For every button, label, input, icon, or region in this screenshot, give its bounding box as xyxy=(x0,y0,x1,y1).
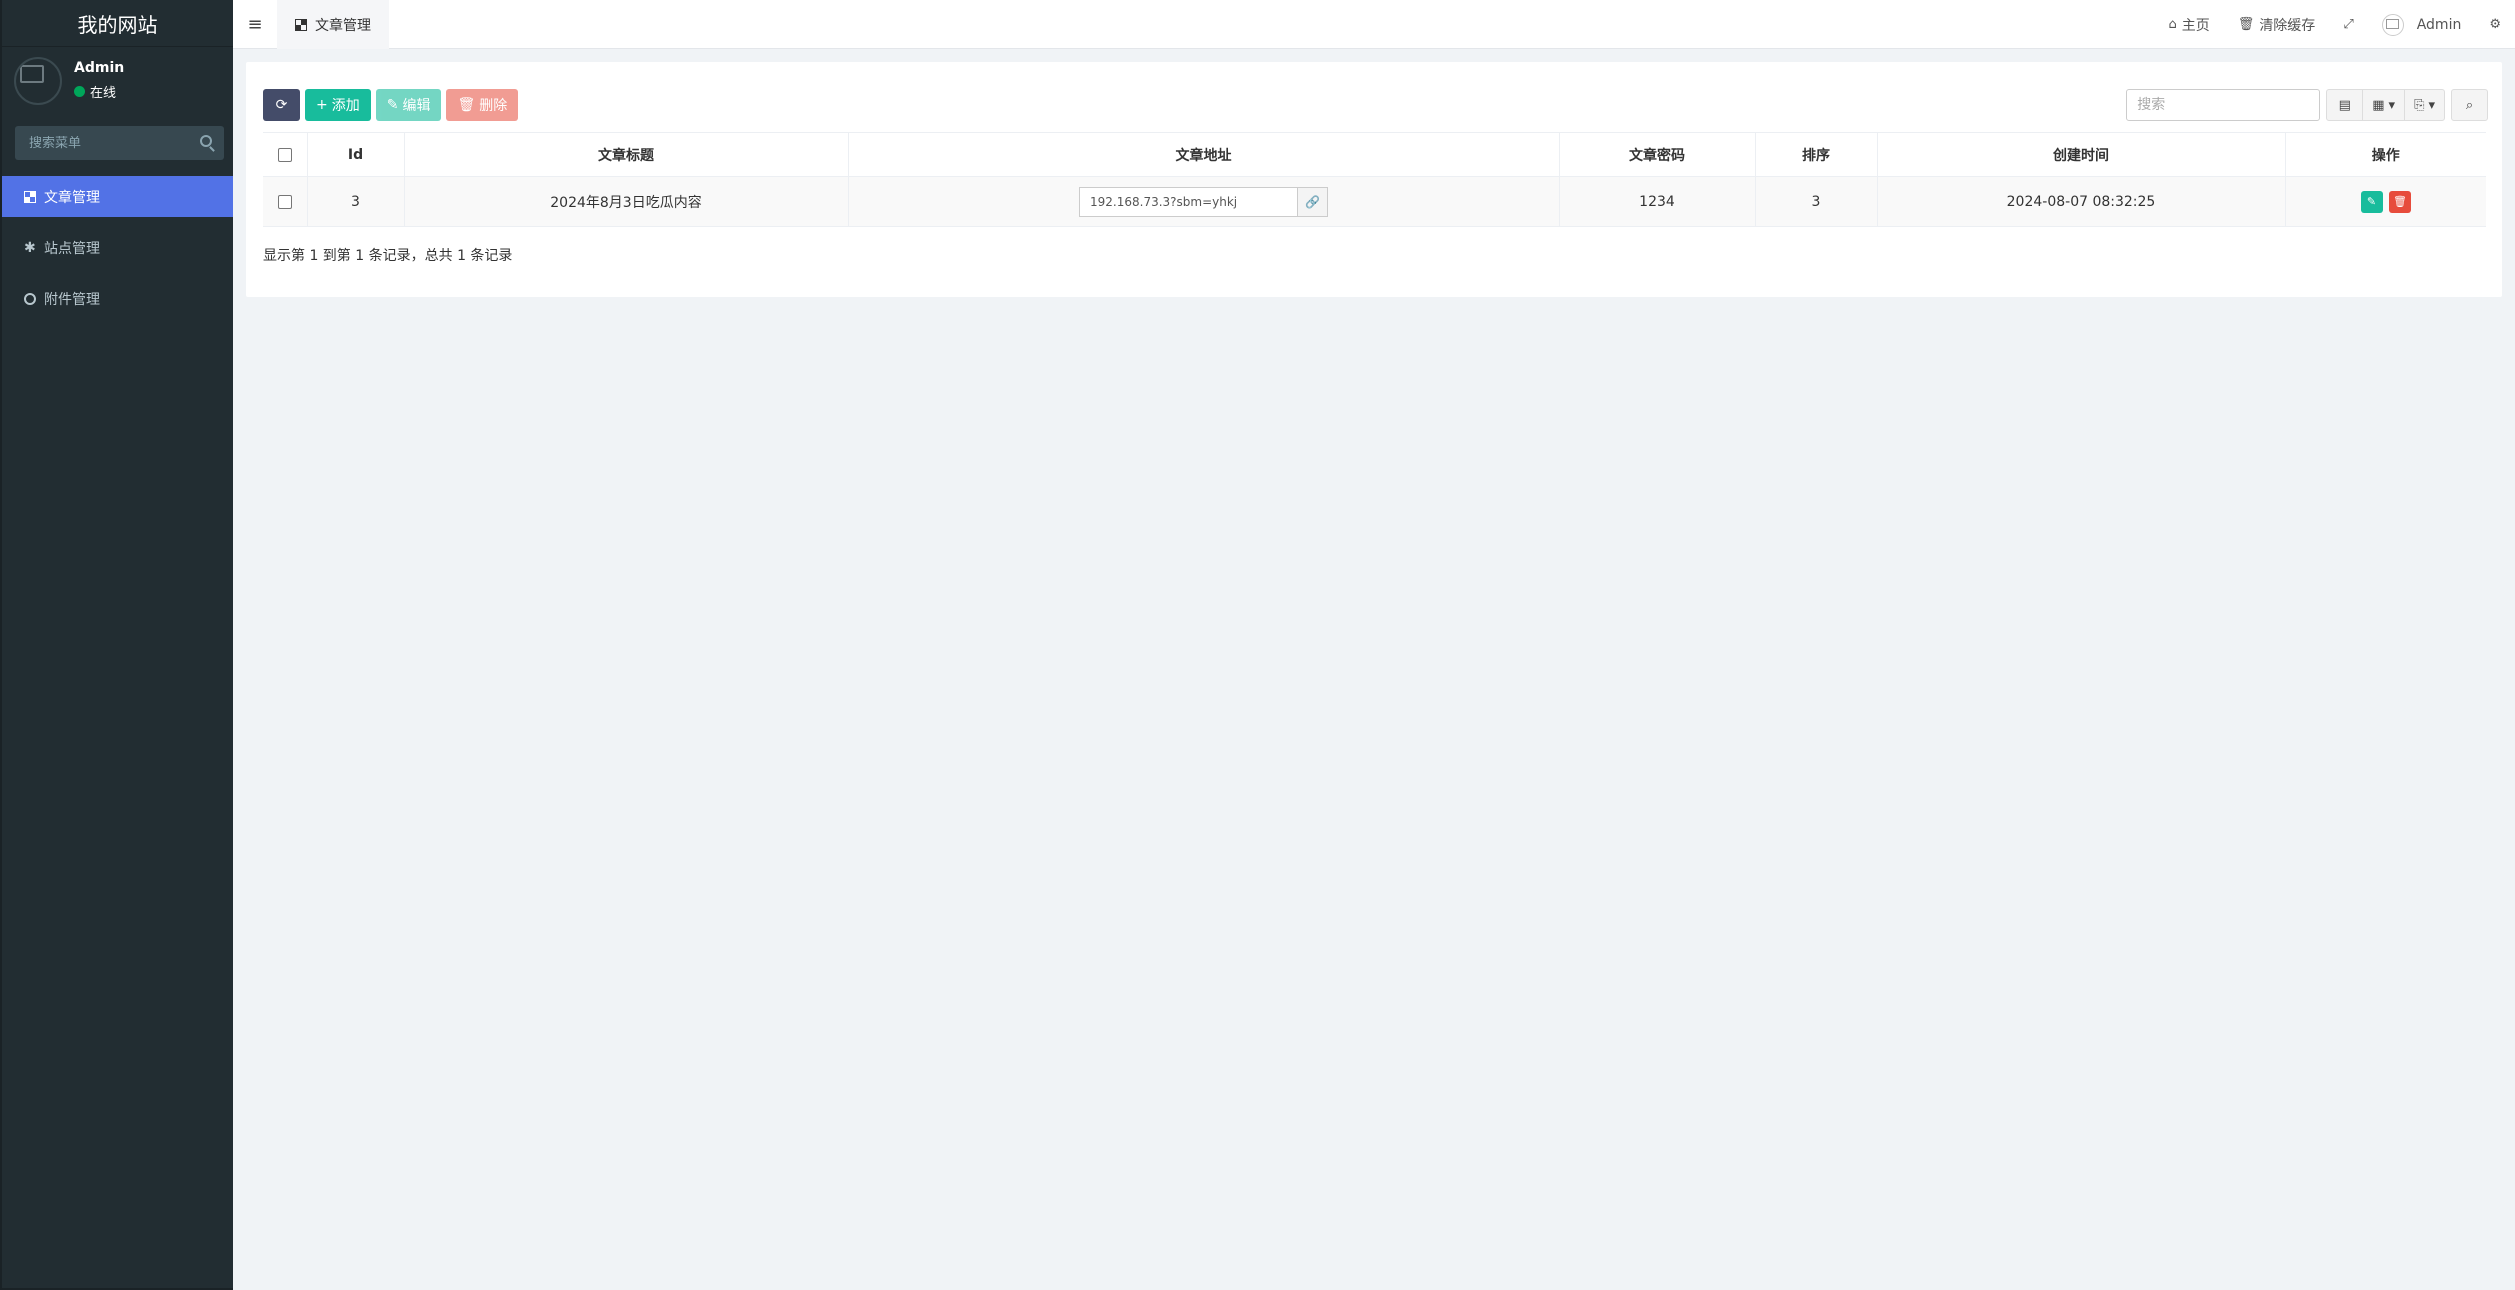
columns-button[interactable]: ▦ ▾ xyxy=(2362,89,2406,121)
clear-cache-link[interactable]: 🗑 清除缓存 xyxy=(2224,0,2330,49)
plus-icon: + xyxy=(316,97,328,113)
data-table: Id 文章标题 文章地址 文章密码 排序 创建时间 操作 3 2024年8月3日… xyxy=(263,132,2486,227)
column-header[interactable]: 文章密码 xyxy=(1559,132,1756,177)
user-menu[interactable]: Admin xyxy=(2368,0,2476,49)
search-icon[interactable] xyxy=(200,135,212,147)
user-name: Admin xyxy=(74,60,125,76)
header-right: ⌂ 主页 🗑 清除缓存 ⤢ Admin ⚙ xyxy=(2155,0,2515,49)
export-button[interactable]: ⎘ ▾ xyxy=(2404,89,2445,121)
advanced-search-button[interactable]: ⌕ xyxy=(2451,89,2488,121)
link-icon: 🔗 xyxy=(1305,194,1320,209)
user-status-label: 在线 xyxy=(90,86,117,101)
column-header[interactable]: 文章标题 xyxy=(404,132,849,177)
grid-icon: ▦ xyxy=(2372,97,2385,113)
sidebar: 我的网站 Admin 在线 文章管理 ✱ 站点管理 附件管理 xyxy=(0,0,233,1290)
sidebar-item-label: 文章管理 xyxy=(44,189,100,206)
trash-icon: 🗑 xyxy=(2237,17,2255,32)
gear-icon: ✱ xyxy=(24,239,36,256)
pencil-icon: ✎ xyxy=(2366,195,2377,208)
search-icon: ⌕ xyxy=(2465,97,2474,113)
cell-url: 🔗 xyxy=(848,176,1560,227)
refresh-button[interactable]: ⟳ xyxy=(263,89,300,121)
expand-icon: ⤢ xyxy=(2343,17,2354,32)
trash-icon: 🗑 xyxy=(457,97,476,113)
sidebar-item-sites[interactable]: ✱ 站点管理 xyxy=(2,227,233,268)
url-input[interactable] xyxy=(1079,186,1297,217)
cell-password: 1234 xyxy=(1559,176,1756,227)
add-button[interactable]: + 添加 xyxy=(305,89,371,121)
settings-button[interactable]: ⚙ xyxy=(2475,0,2515,49)
row-edit-button[interactable]: ✎ xyxy=(2360,190,2383,213)
view-tools: ▤ ▦ ▾ ⎘ ▾ xyxy=(2326,89,2445,121)
table-tools: ▤ ▦ ▾ ⎘ ▾ ⌕ xyxy=(2126,89,2488,121)
table-row: 3 2024年8月3日吃瓜内容 🔗 1234 3 2024-08-07 08:3… xyxy=(263,176,2486,227)
cell-actions: ✎ 🗑 xyxy=(2285,176,2486,227)
gears-icon: ⚙ xyxy=(2489,17,2501,32)
sidebar-item-articles[interactable]: 文章管理 xyxy=(2,176,233,217)
avatar xyxy=(14,57,62,105)
delete-label: 删除 xyxy=(479,98,508,114)
toggle-view-button[interactable]: ▤ xyxy=(2326,89,2364,121)
column-header: 操作 xyxy=(2285,132,2486,177)
pencil-icon: ✎ xyxy=(386,97,399,113)
dashboard-icon xyxy=(295,19,307,31)
user-panel: Admin 在线 xyxy=(2,47,233,119)
tab-label: 文章管理 xyxy=(315,18,371,34)
select-all-checkbox[interactable] xyxy=(277,147,292,162)
fullscreen-button[interactable]: ⤢ xyxy=(2329,0,2367,49)
row-select-cell xyxy=(263,176,308,227)
menu-toggle-icon[interactable]: ≡ xyxy=(233,0,277,49)
brand-title[interactable]: 我的网站 xyxy=(2,0,233,47)
add-label: 添加 xyxy=(331,98,360,114)
sidebar-search xyxy=(15,126,224,160)
clear-cache-label: 清除缓存 xyxy=(2259,17,2316,34)
sidebar-menu: 文章管理 ✱ 站点管理 附件管理 xyxy=(2,176,233,329)
column-header[interactable]: 排序 xyxy=(1755,132,1878,177)
trash-icon: 🗑 xyxy=(2392,195,2407,208)
home-link[interactable]: ⌂ 主页 xyxy=(2155,0,2224,49)
top-header: ≡ 文章管理 ⌂ 主页 🗑 清除缓存 ⤢ Admin ⚙ xyxy=(233,0,2515,49)
row-checkbox[interactable] xyxy=(277,194,292,209)
online-dot-icon xyxy=(74,86,85,97)
select-all-cell xyxy=(263,132,308,177)
sidebar-search-input[interactable] xyxy=(15,135,185,151)
delete-button[interactable]: 🗑 删除 xyxy=(446,89,519,121)
tab-articles[interactable]: 文章管理 xyxy=(277,0,389,49)
dashboard-icon xyxy=(24,190,36,203)
caret-down-icon: ▾ xyxy=(2388,97,2396,113)
avatar xyxy=(2381,13,2404,36)
export-icon: ⎘ xyxy=(2414,97,2425,113)
user-status: 在线 xyxy=(74,82,116,101)
cell-id: 3 xyxy=(307,176,405,227)
list-alt-icon: ▤ xyxy=(2338,97,2351,113)
column-header[interactable]: Id xyxy=(307,132,405,177)
column-header[interactable]: 创建时间 xyxy=(1877,132,2286,177)
home-label: 主页 xyxy=(2181,17,2210,34)
cell-title: 2024年8月3日吃瓜内容 xyxy=(404,176,849,227)
home-icon: ⌂ xyxy=(2168,17,2177,32)
refresh-icon: ⟳ xyxy=(275,97,288,113)
table-search-input[interactable] xyxy=(2126,89,2321,121)
table-header-row: Id 文章标题 文章地址 文章密码 排序 创建时间 操作 xyxy=(263,132,2486,177)
sidebar-item-attachments[interactable]: 附件管理 xyxy=(2,278,233,319)
header-user-name: Admin xyxy=(2416,16,2462,33)
url-group: 🔗 xyxy=(1079,186,1328,217)
caret-down-icon: ▾ xyxy=(2428,97,2435,113)
content-box: ⟳ + 添加 ✎ 编辑 🗑 删除 ▤ ▦ ▾ ⎘ ▾ xyxy=(246,62,2502,297)
column-header[interactable]: 文章地址 xyxy=(848,132,1560,177)
sidebar-item-label: 附件管理 xyxy=(44,291,100,308)
edit-button[interactable]: ✎ 编辑 xyxy=(375,89,442,121)
edit-label: 编辑 xyxy=(402,98,431,114)
circle-icon xyxy=(24,292,36,305)
link-button[interactable]: 🔗 xyxy=(1297,186,1328,217)
sidebar-item-label: 站点管理 xyxy=(44,240,100,257)
cell-sort: 3 xyxy=(1755,176,1878,227)
toolbar: ⟳ + 添加 ✎ 编辑 🗑 删除 xyxy=(263,89,519,121)
cell-created: 2024-08-07 08:32:25 xyxy=(1877,176,2286,227)
pagination-summary: 显示第 1 到第 1 条记录，总共 1 条记录 xyxy=(263,248,513,264)
row-delete-button[interactable]: 🗑 xyxy=(2388,190,2411,213)
